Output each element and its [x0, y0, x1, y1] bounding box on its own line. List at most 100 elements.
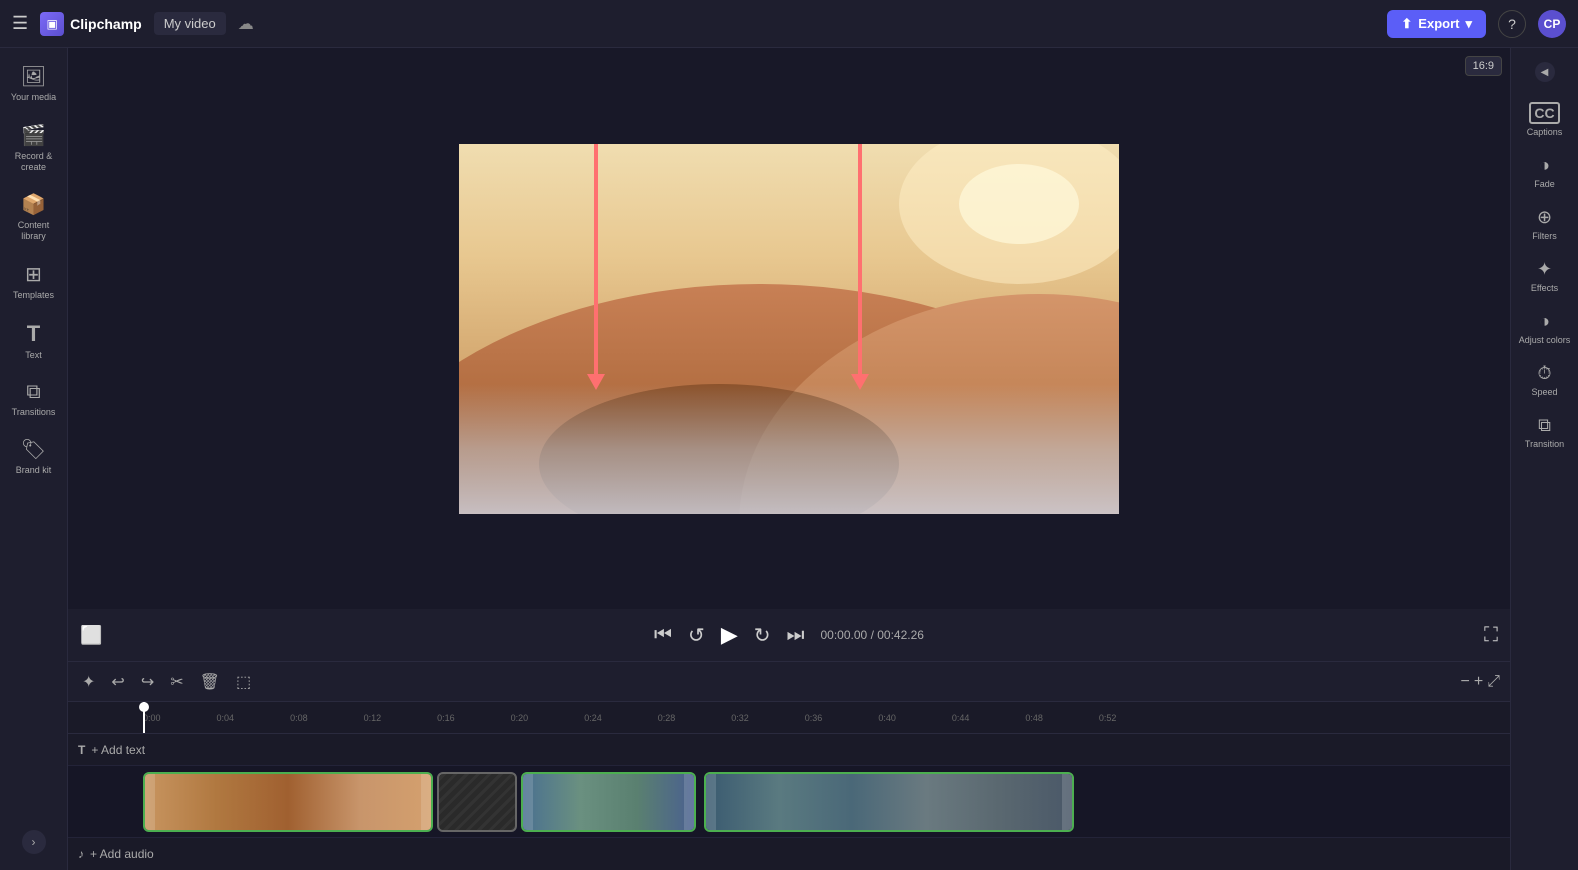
- sidebar-item-your-media[interactable]: 🖼 Your media: [4, 56, 64, 111]
- ruler-mark-6: 0:24: [584, 713, 602, 723]
- right-item-speed[interactable]: ⏱ Speed: [1515, 355, 1575, 405]
- sidebar-item-transitions[interactable]: ⧉ Transitions: [4, 373, 64, 426]
- content-library-icon: 📦: [21, 192, 46, 217]
- skip-to-start-button[interactable]: ⏮: [654, 624, 672, 647]
- right-sidebar-collapse-button[interactable]: ◀: [1535, 62, 1555, 82]
- zoom-in-button[interactable]: +: [1474, 673, 1483, 691]
- fullscreen-button[interactable]: ⛶: [1484, 624, 1498, 647]
- topbar-right: ⬆ Export ▾ ? CP: [1387, 10, 1566, 38]
- text-icon: T: [27, 321, 40, 347]
- sidebar-item-templates[interactable]: ⊞ Templates: [4, 254, 64, 309]
- filters-icon: ⊕: [1537, 207, 1552, 228]
- fit-zoom-button[interactable]: ⤢: [1487, 673, 1500, 691]
- adjust-colors-label: Adjust colors: [1519, 335, 1571, 345]
- text-track-icon: T: [78, 743, 85, 757]
- topbar-left: ☰ ▣ Clipchamp My video ☁: [12, 12, 1375, 36]
- ruler-mark-7: 0:28: [658, 713, 676, 723]
- playhead-line: [143, 702, 145, 733]
- right-item-transition[interactable]: ⧉ Transition: [1515, 407, 1575, 457]
- sidebar-collapse-button[interactable]: ›: [22, 830, 46, 854]
- filters-label: Filters: [1532, 231, 1557, 241]
- cut-button[interactable]: ✂: [166, 670, 187, 694]
- right-item-fade[interactable]: ◑ Fade: [1515, 147, 1575, 197]
- sidebar-item-brand-kit[interactable]: 🏷 Brand kit: [4, 429, 64, 484]
- clip-thumbnail-2: [523, 774, 694, 830]
- sidebar-item-content-library[interactable]: 📦 Content library: [4, 184, 64, 250]
- desert-scene-svg: [459, 144, 1119, 514]
- right-item-adjust-colors[interactable]: ◑ Adjust colors: [1515, 303, 1575, 353]
- sidebar-label-your-media: Your media: [11, 92, 56, 103]
- export-button[interactable]: ⬆ Export ▾: [1387, 10, 1486, 38]
- timeline-ruler: 0:00 0:04 0:08 0:12 0:16 0:20 0:24 0:28 …: [68, 702, 1510, 734]
- transition-icon: ⧉: [1538, 415, 1551, 436]
- sidebar-item-text[interactable]: T Text: [4, 313, 64, 369]
- pip-button[interactable]: ⬚: [232, 670, 255, 694]
- ruler-mark-9: 0:36: [805, 713, 823, 723]
- center-area: 16:9 ⬜ ⏮ ↺ ▶ ↻ ⏭ 00:00.00 / 00:42.26 ⛶: [68, 48, 1510, 870]
- clip-handle-left-1[interactable]: [145, 774, 155, 830]
- sidebar-label-text: Text: [25, 350, 42, 361]
- video-clip-2[interactable]: [521, 772, 696, 832]
- controls-center: ⏮ ↺ ▶ ↻ ⏭ 00:00.00 / 00:42.26: [654, 622, 924, 648]
- play-button[interactable]: ▶: [721, 622, 738, 648]
- clip-thumb-seg: [779, 774, 852, 830]
- video-clip-3[interactable]: [704, 772, 1074, 832]
- logo-icon: ▣: [40, 12, 64, 36]
- effects-icon: ✦: [1537, 259, 1552, 280]
- captions-label: Captions: [1527, 127, 1563, 137]
- redo-button[interactable]: ↪: [137, 670, 158, 694]
- clip-handle-right-1[interactable]: [421, 774, 431, 830]
- help-button[interactable]: ?: [1498, 10, 1526, 38]
- add-text-label[interactable]: + Add text: [91, 743, 145, 757]
- sidebar-label-templates: Templates: [13, 290, 54, 301]
- clip-thumb-seg: [288, 774, 360, 830]
- fade-label: Fade: [1534, 179, 1555, 189]
- controls-left: ⬜: [80, 625, 102, 646]
- sidebar-label-content-library: Content library: [8, 220, 60, 242]
- right-sidebar-collapse-area: ◀: [1529, 56, 1561, 92]
- clip-handle-left-3[interactable]: [706, 774, 716, 830]
- clip-thumbnail-3: [706, 774, 1072, 830]
- aspect-ratio-button[interactable]: 16:9: [1465, 56, 1502, 76]
- zoom-controls: − + ⤢: [1461, 673, 1501, 691]
- magic-button[interactable]: ✦: [78, 670, 99, 694]
- time-display: 00:00.00 / 00:42.26: [821, 628, 924, 642]
- clip-thumbnail-1: [145, 774, 431, 830]
- video-clip-1[interactable]: [143, 772, 433, 832]
- clip-thumb-seg: [926, 774, 999, 830]
- fade-icon: ◑: [1539, 155, 1550, 176]
- right-item-captions[interactable]: CC Captions: [1515, 94, 1575, 145]
- topbar: ☰ ▣ Clipchamp My video ☁ ⬆ Export ▾ ? CP: [0, 0, 1578, 48]
- hamburger-icon[interactable]: ☰: [12, 13, 28, 34]
- video-preview: 16:9: [68, 48, 1510, 609]
- sidebar-label-brand-kit: Brand kit: [16, 465, 52, 476]
- undo-button[interactable]: ↩: [107, 670, 128, 694]
- skip-forward-button[interactable]: ↻: [754, 623, 771, 648]
- brand-kit-icon: 🏷: [21, 437, 46, 462]
- app-name: Clipchamp: [70, 16, 142, 32]
- sidebar-item-record-create[interactable]: 🎬 Record & create: [4, 115, 64, 181]
- ruler-mark-2: 0:08: [290, 713, 308, 723]
- right-item-effects[interactable]: ✦ Effects: [1515, 251, 1575, 301]
- zoom-out-button[interactable]: −: [1461, 673, 1470, 691]
- preview-video: [459, 144, 1119, 514]
- total-time: 00:42.26: [877, 628, 924, 642]
- skip-back-button[interactable]: ↺: [688, 623, 705, 648]
- right-item-filters[interactable]: ⊕ Filters: [1515, 199, 1575, 249]
- skip-to-end-button[interactable]: ⏭: [787, 624, 805, 647]
- subtitle-icon[interactable]: ⬜: [80, 625, 102, 646]
- delete-button[interactable]: 🗑: [196, 670, 224, 694]
- clip-handle-right-2[interactable]: [684, 774, 694, 830]
- ruler-mark-0: 0:00: [143, 713, 161, 723]
- avatar: CP: [1538, 10, 1566, 38]
- add-audio-label[interactable]: + Add audio: [90, 847, 154, 861]
- clip-thumb-seg: [706, 774, 779, 830]
- clip-thumb-seg: [580, 774, 637, 830]
- clip-thumb-seg: [852, 774, 925, 830]
- clip-handle-left-2[interactable]: [523, 774, 533, 830]
- controls-right: ⛶: [1484, 624, 1498, 647]
- chevron-down-icon: ▾: [1465, 16, 1472, 32]
- clip-handle-right-3[interactable]: [1062, 774, 1072, 830]
- audio-track-icon: ♪: [78, 847, 84, 861]
- project-name[interactable]: My video: [154, 12, 226, 35]
